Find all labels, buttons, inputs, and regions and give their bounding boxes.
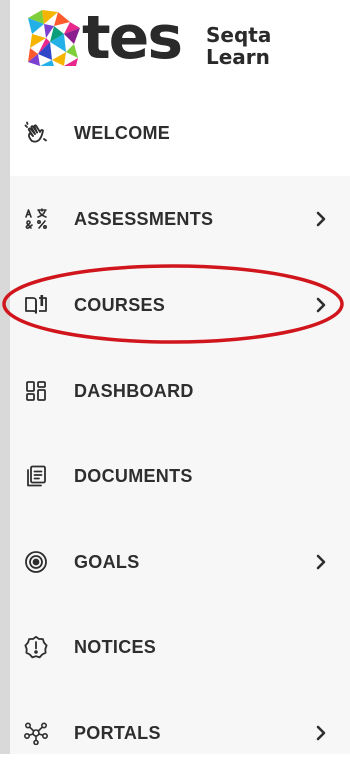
brand-header: tes Seqta Learn <box>10 0 350 90</box>
nav-label-dashboard: DASHBOARD <box>74 380 194 401</box>
target-icon <box>24 550 48 574</box>
nav-item-notices[interactable]: NOTICES <box>10 612 350 682</box>
tes-logo-icon <box>28 10 80 66</box>
sidebar-navigation: tes Seqta Learn WELCOME ASSESSMENTS COUR… <box>10 0 350 754</box>
product-name: Seqta Learn <box>206 24 271 68</box>
open-book-icon <box>24 293 48 317</box>
nav-label-documents: DOCUMENTS <box>74 465 193 486</box>
documents-stack-icon <box>24 464 48 488</box>
chevron-right-icon <box>316 725 326 741</box>
nav-item-documents[interactable]: DOCUMENTS <box>10 441 350 511</box>
nav-item-portals[interactable]: PORTALS <box>10 698 350 768</box>
tes-wordmark: tes <box>82 3 183 73</box>
nav-label-portals: PORTALS <box>74 722 161 743</box>
chevron-right-icon <box>316 554 326 570</box>
nav-label-goals: GOALS <box>74 551 140 572</box>
network-hub-icon <box>24 721 48 745</box>
hand-wave-icon <box>24 121 48 145</box>
alert-badge-icon <box>24 635 48 659</box>
nav-item-goals[interactable]: GOALS <box>10 527 350 597</box>
nav-label-assessments: ASSESSMENTS <box>74 208 214 229</box>
nav-label-notices: NOTICES <box>74 636 157 657</box>
chevron-right-icon <box>316 211 326 227</box>
nav-item-assessments[interactable]: ASSESSMENTS <box>10 184 350 254</box>
chevron-right-icon <box>316 297 326 313</box>
window-left-edge <box>0 0 10 754</box>
nav-label-welcome: WELCOME <box>74 122 171 143</box>
nav-item-welcome[interactable]: WELCOME <box>10 90 350 176</box>
translate-symbols-icon <box>24 207 48 231</box>
nav-item-dashboard[interactable]: DASHBOARD <box>10 356 350 426</box>
nav-item-courses[interactable]: COURSES <box>10 270 350 340</box>
dashboard-grid-icon <box>24 379 48 403</box>
product-name-line2: Learn <box>206 45 270 69</box>
nav-label-courses: COURSES <box>74 294 166 315</box>
product-name-line1: Seqta <box>206 23 272 47</box>
